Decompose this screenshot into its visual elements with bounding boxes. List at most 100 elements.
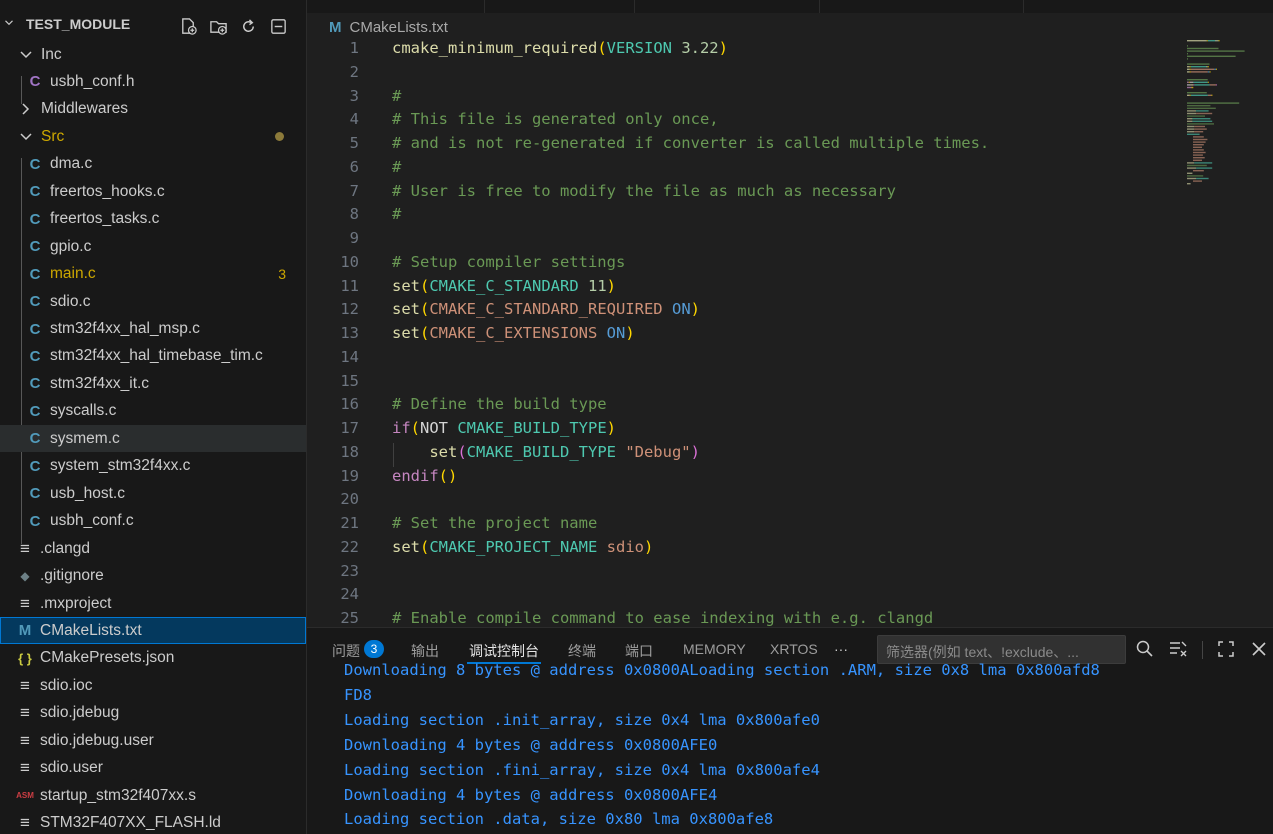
close-panel-icon[interactable] [1249,639,1269,659]
chevron-right-icon[interactable] [19,102,33,116]
tree-file[interactable]: Cstm32f4xx_hal_msp.c [0,316,306,343]
code-line[interactable]: 6 # [307,158,1167,182]
code-token: # [392,157,402,176]
search-icon[interactable] [1135,639,1155,659]
tab-ports[interactable]: 端口 [625,641,653,661]
tab-terminal[interactable]: 终端 [568,641,596,661]
code-line[interactable]: 8 # [307,205,1167,229]
editor-tab[interactable] [819,0,1023,13]
tab-output[interactable]: 输出 [411,641,439,661]
tree-file[interactable]: ≡ sdio.user [0,755,306,782]
tree-file[interactable]: Cstm32f4xx_hal_timebase_tim.c [0,343,306,370]
code-line[interactable]: 9 [307,229,1167,253]
minimap-line [1187,162,1195,164]
tree-folder[interactable]: Inc [0,41,306,68]
tree-file[interactable]: Cusb_host.c [0,480,306,507]
tree-file[interactable]: ◆ .gitignore [0,563,306,590]
console-filter-input[interactable]: 筛选器(例如 text、!exclude、... [877,635,1126,664]
explorer-title[interactable]: TEST_MODULE [26,16,130,32]
code-line[interactable]: 16 # Define the build type [307,395,1167,419]
c-file-icon: C [29,210,41,228]
tree-file[interactable]: ≡ STM32F407XX_FLASH.ld [0,810,306,834]
tab-memory[interactable]: MEMORY [683,641,746,657]
tree-folder[interactable]: Src [0,123,306,150]
tree-file[interactable]: Csyscalls.c [0,398,306,425]
code-line[interactable]: 11 set(CMAKE_C_STANDARD 11) [307,277,1167,301]
tree-file[interactable]: Cusbh_conf.h [0,68,306,95]
breadcrumb[interactable]: M CMakeLists.txt [329,16,448,38]
tree-item-label: stm32f4xx_hal_timebase_tim.c [50,347,263,365]
code-line[interactable]: 25 # Enable compile command to ease index… [307,609,1167,627]
code-line[interactable]: 14 [307,348,1167,372]
editor-tab[interactable] [484,0,634,13]
minimap-line [1187,66,1190,68]
tree-file[interactable]: M CMakeLists.txt [0,617,306,645]
tree-file[interactable]: Cgpio.c [0,233,306,260]
editor-tab[interactable] [1023,0,1273,13]
tree-file[interactable]: { } CMakePresets.json [0,645,306,672]
tree-file[interactable]: ≡ .mxproject [0,590,306,617]
tree-file[interactable]: ≡ .clangd [0,535,306,562]
minimap-line [1187,71,1190,73]
tree-file[interactable]: Csdio.c [0,288,306,315]
code-text: set(CMAKE_BUILD_TYPE "Debug") [392,443,700,461]
tree-file[interactable]: ≡ sdio.jdebug.user [0,727,306,754]
code-line[interactable]: 2 [307,63,1167,87]
line-number: 12 [340,300,359,319]
minimap-line [1192,120,1213,122]
chevron-down-icon[interactable] [19,130,33,144]
maximize-panel-icon[interactable] [1216,639,1236,659]
minimap-line [1187,177,1196,180]
minimap-line [1196,177,1209,180]
code-line[interactable]: 24 [307,585,1167,609]
code-line[interactable]: 23 [307,562,1167,586]
code-line[interactable]: 20 [307,490,1167,514]
code-line[interactable]: 18 set(CMAKE_BUILD_TYPE "Debug") [307,443,1167,467]
new-folder-icon[interactable] [208,16,228,36]
code-line[interactable]: 21 # Set the project name [307,514,1167,538]
clear-console-icon[interactable] [1168,639,1188,659]
more-tabs-icon[interactable]: ··· [834,641,848,657]
code-line[interactable]: 7 # User is free to modify the file as mu… [307,182,1167,206]
tree-file[interactable]: Csysmem.c [0,425,306,453]
tab-problems[interactable]: 问题 [332,641,360,661]
minimap[interactable] [1185,38,1265,198]
tree-file[interactable]: ASM startup_stm32f407xx.s [0,782,306,809]
tree-file[interactable]: Cusbh_conf.c [0,508,306,535]
line-number: 11 [340,276,359,295]
tree-folder[interactable]: Middlewares [0,96,306,123]
code-line[interactable]: 5 # and is not re-generated if converter … [307,134,1167,158]
tree-file[interactable]: ≡ sdio.ioc [0,672,306,699]
editor-tab[interactable] [634,0,819,13]
tree-file[interactable]: Cfreertos_tasks.c [0,206,306,233]
code-line[interactable]: 4 # This file is generated only once, [307,110,1167,134]
code-line[interactable]: 10 # Setup compiler settings [307,253,1167,277]
code-text: set(CMAKE_PROJECT_NAME sdio) [392,538,653,556]
code-token: ON [671,300,691,319]
breadcrumb-file[interactable]: CMakeLists.txt [350,19,448,36]
minimap-line [1192,118,1211,120]
tree-file[interactable]: Cmain.c 3 [0,261,306,288]
chevron-down-icon[interactable] [2,18,16,32]
tree-item-label: gpio.c [50,237,92,255]
chevron-down-icon[interactable] [19,48,33,62]
code-line[interactable]: 12 set(CMAKE_C_STANDARD_REQUIRED ON) [307,300,1167,324]
console-line: Loading section .init_array, size 0x4 lm… [344,710,820,729]
refresh-icon[interactable] [238,16,258,36]
code-line[interactable]: 22 set(CMAKE_PROJECT_NAME sdio) [307,538,1167,562]
code-line[interactable]: 15 [307,372,1167,396]
code-line[interactable]: 17 if(NOT CMAKE_BUILD_TYPE) [307,419,1167,443]
collapse-all-icon[interactable] [268,16,288,36]
tree-file[interactable]: Cdma.c [0,151,306,178]
tree-file[interactable]: Cstm32f4xx_it.c [0,370,306,397]
tree-file[interactable]: Csystem_stm32f4xx.c [0,453,306,480]
code-line[interactable]: 13 set(CMAKE_C_EXTENSIONS ON) [307,324,1167,348]
tree-file[interactable]: ≡ sdio.jdebug [0,700,306,727]
tab-xrtos[interactable]: XRTOS [770,641,818,657]
tab-debug-console[interactable]: 调试控制台 [469,641,539,661]
new-file-icon[interactable] [178,16,198,36]
code-line[interactable]: 3 # [307,87,1167,111]
code-line[interactable]: 19 endif() [307,467,1167,491]
code-line[interactable]: 1 cmake_minimum_required(VERSION 3.22) [307,39,1167,63]
tree-file[interactable]: Cfreertos_hooks.c [0,178,306,205]
